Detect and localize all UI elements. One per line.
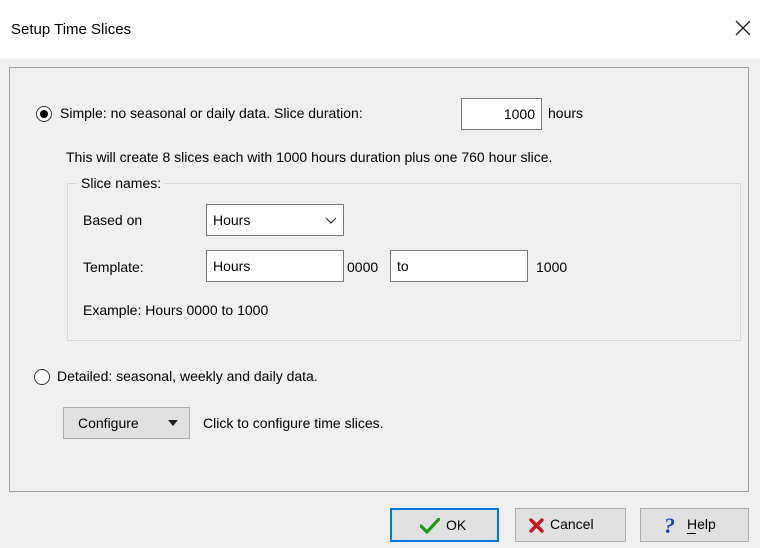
ok-button-real[interactable]: OK <box>390 508 499 542</box>
dropdown-arrow-icon <box>168 420 178 426</box>
help-question-icon: ? <box>664 514 675 536</box>
help-button-label: Help <box>687 516 716 532</box>
window-title: Setup Time Slices <box>11 21 132 38</box>
template-separator-input[interactable]: to <box>390 250 528 282</box>
configure-hint: Click to configure time slices. <box>203 415 384 431</box>
based-on-select[interactable]: Hours <box>206 204 344 236</box>
help-button[interactable]: ? Help <box>640 508 749 542</box>
example-text: Example: Hours 0000 to 1000 <box>83 302 269 318</box>
based-on-label: Based on <box>83 212 143 228</box>
based-on-value: Hours <box>213 212 251 228</box>
ok-button-label: OK <box>446 517 467 533</box>
configure-button[interactable]: Configure <box>63 407 190 439</box>
help-mnemonic-underline <box>687 533 696 534</box>
template-end-value: 1000 <box>536 259 568 275</box>
close-icon[interactable] <box>732 17 754 39</box>
cancel-x-icon <box>529 518 544 533</box>
detailed-radio[interactable] <box>34 369 50 385</box>
template-start-value: 0000 <box>347 259 379 275</box>
chevron-down-icon <box>325 217 337 224</box>
simple-description: This will create 8 slices each with 1000… <box>66 149 553 165</box>
simple-radio[interactable] <box>36 106 52 122</box>
duration-unit-label: hours <box>548 105 584 121</box>
template-prefix-input[interactable]: Hours <box>206 250 344 282</box>
cancel-button[interactable]: Cancel <box>515 508 626 542</box>
simple-label: Simple: no seasonal or daily data. Slice… <box>60 105 363 121</box>
svg-text:?: ? <box>664 514 675 536</box>
slice-names-legend: Slice names: <box>77 175 166 191</box>
checkmark-icon <box>420 518 440 534</box>
template-label: Template: <box>83 259 144 275</box>
slice-duration-input[interactable]: 1000 <box>461 98 542 130</box>
cancel-button-label: Cancel <box>550 516 594 532</box>
detailed-label: Detailed: seasonal, weekly and daily dat… <box>57 368 318 384</box>
configure-button-label: Configure <box>78 415 139 431</box>
